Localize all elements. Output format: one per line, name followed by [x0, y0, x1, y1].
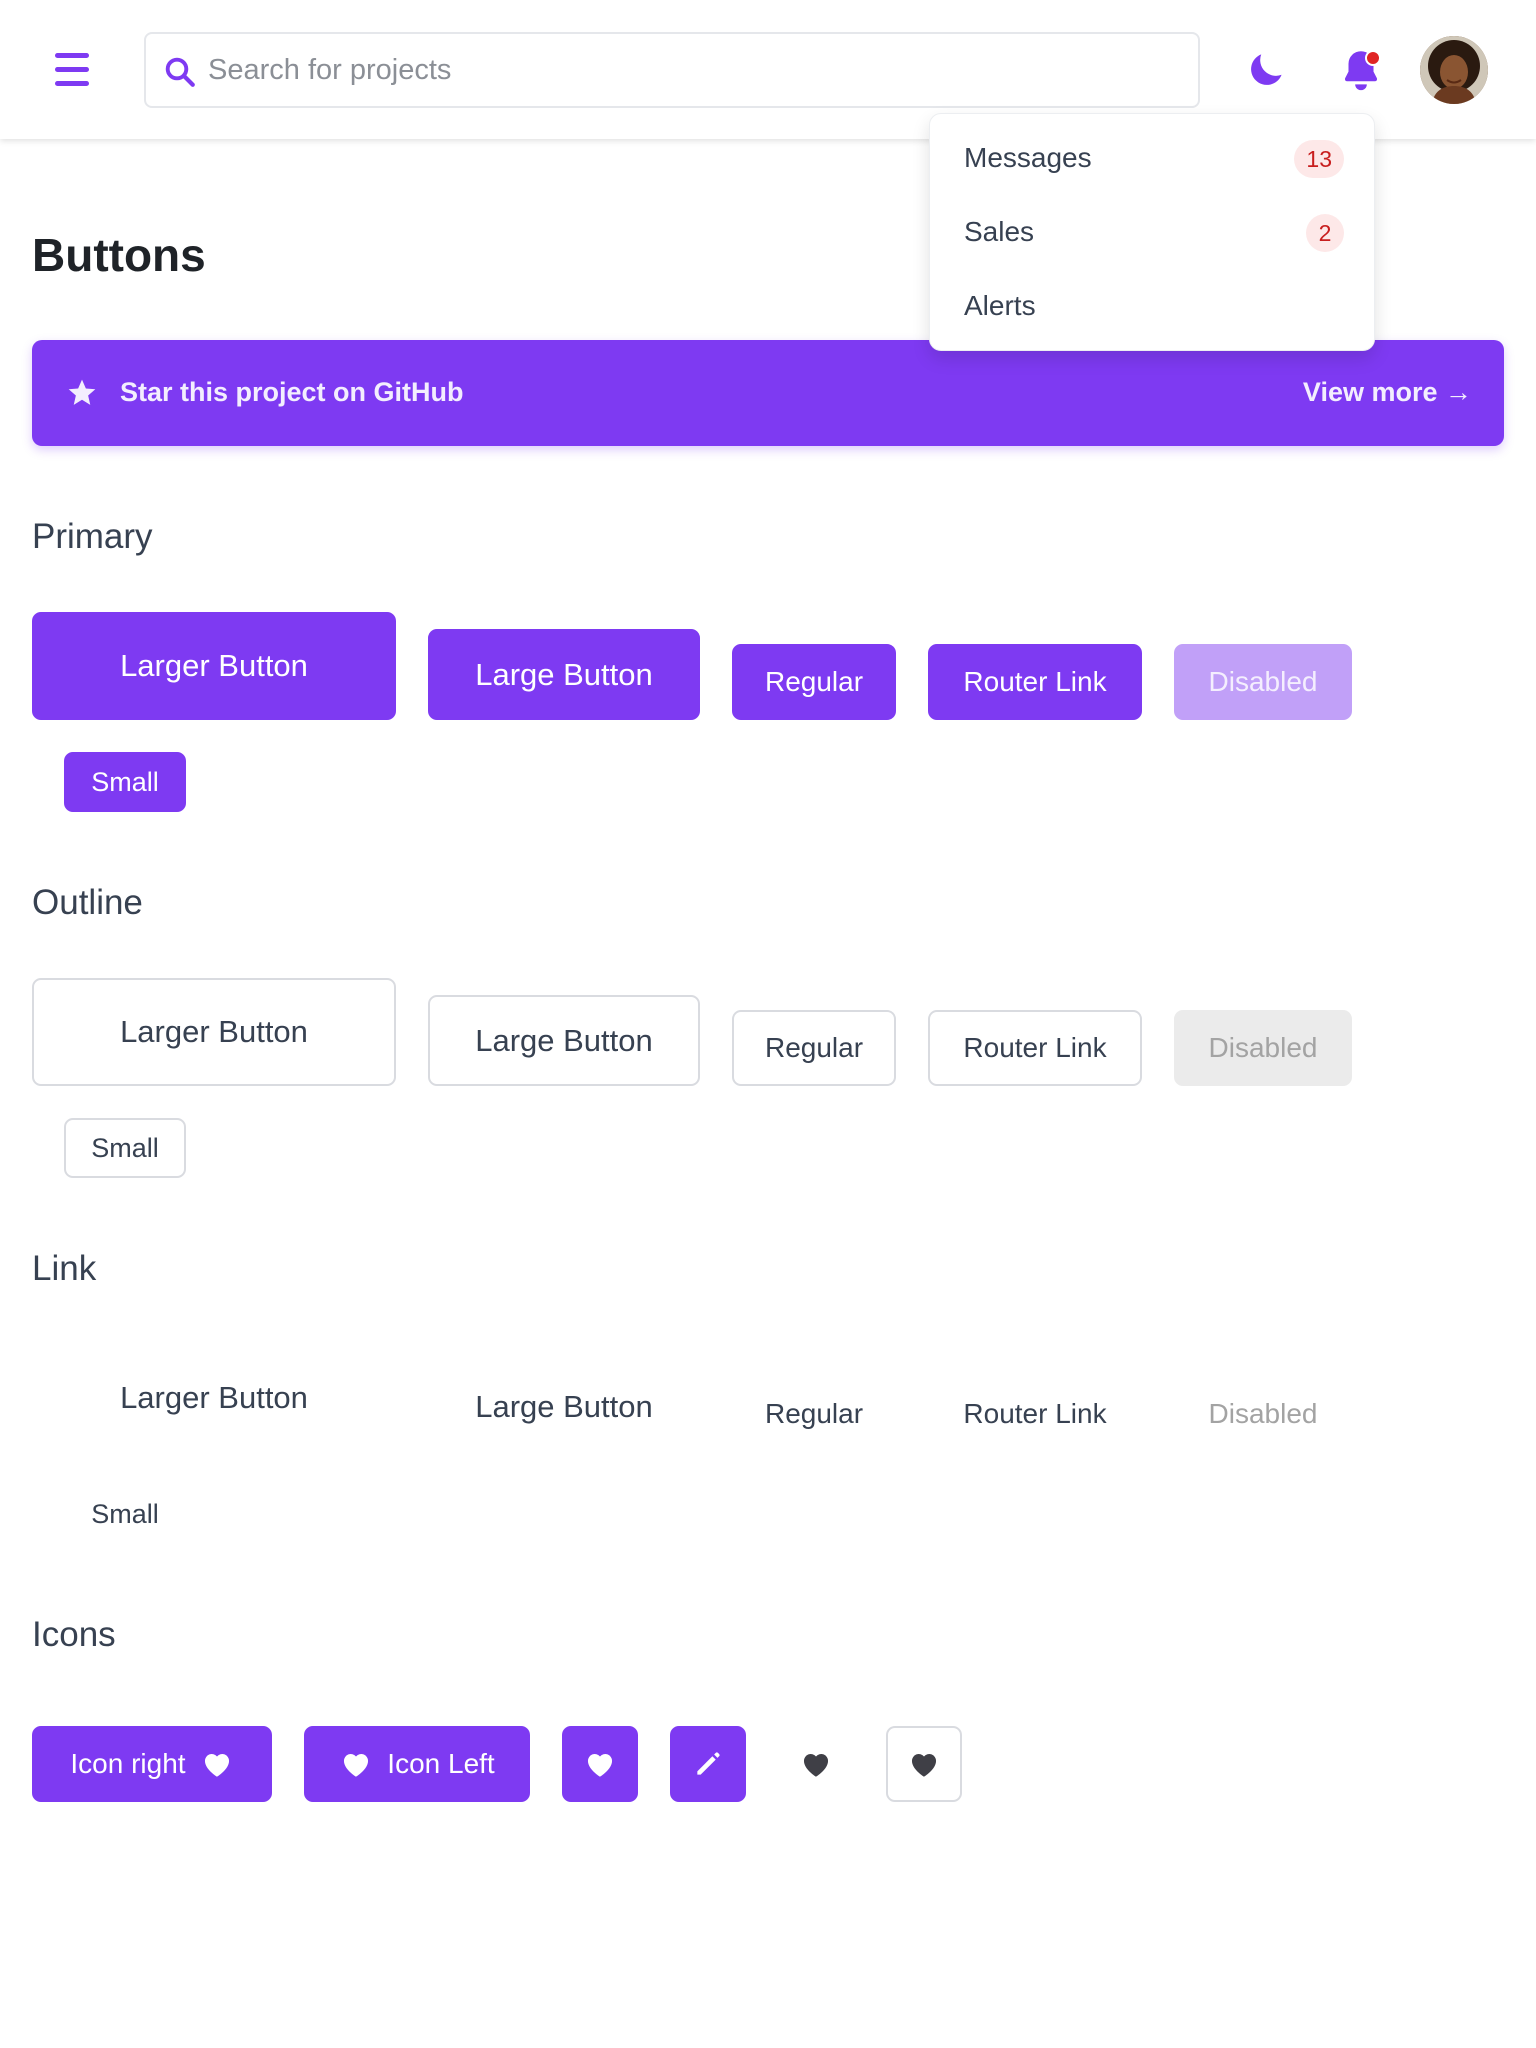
edit-icon-button[interactable]: [670, 1726, 746, 1802]
heart-link-icon-button[interactable]: [778, 1726, 854, 1802]
link-router-link-button[interactable]: Router Link: [928, 1376, 1142, 1452]
button-label: Larger Button: [120, 1014, 308, 1049]
section-title-link: Link: [32, 1249, 97, 1288]
dropdown-item-messages[interactable]: Messages 13: [964, 134, 1344, 184]
page-title: Buttons: [32, 229, 206, 281]
outline-large-button[interactable]: Large Button: [428, 995, 700, 1086]
link-regular-button[interactable]: Regular: [732, 1376, 896, 1452]
section-title-outline: Outline: [32, 883, 143, 922]
primary-large-button[interactable]: Large Button: [428, 629, 700, 720]
button-label: Small: [91, 766, 159, 797]
dropdown-item-sales[interactable]: Sales 2: [964, 208, 1344, 258]
button-label: Icon right: [70, 1748, 186, 1779]
button-label: Regular: [764, 666, 864, 697]
outline-small-button[interactable]: Small: [64, 1118, 186, 1178]
button-label: Small: [91, 1132, 159, 1163]
search-box[interactable]: [144, 32, 1200, 108]
button-label: Regular: [764, 1398, 864, 1429]
outline-larger-button[interactable]: Larger Button: [32, 978, 396, 1086]
search-icon: [165, 57, 195, 87]
dropdown-item-label: Alerts: [964, 290, 1036, 321]
primary-router-link-button[interactable]: Router Link: [928, 644, 1142, 720]
primary-regular-button[interactable]: Regular: [732, 644, 896, 720]
section-title-primary: Primary: [32, 517, 153, 556]
primary-larger-button[interactable]: Larger Button: [32, 612, 396, 720]
heart-icon: [587, 1754, 613, 1777]
menu-icon[interactable]: [48, 50, 96, 90]
section-title-icons: Icons: [32, 1615, 116, 1654]
button-label: Disabled: [1208, 1398, 1318, 1429]
button-label: Large Button: [475, 656, 653, 692]
view-more-link[interactable]: View more →: [1303, 377, 1472, 408]
outline-router-link-button[interactable]: Router Link: [928, 1010, 1142, 1086]
link-small-button[interactable]: Small: [64, 1484, 186, 1544]
dropdown-item-alerts[interactable]: Alerts: [964, 282, 1344, 332]
button-label: Disabled: [1208, 666, 1318, 697]
heart-icon: [344, 1754, 369, 1777]
heart-icon: [911, 1754, 937, 1777]
heart-icon: [204, 1754, 229, 1777]
github-banner[interactable]: Star this project on GitHub View more →: [32, 340, 1504, 446]
button-label: Larger Button: [120, 1380, 308, 1415]
dropdown-item-label: Sales: [964, 216, 1035, 247]
heart-outline-icon-button[interactable]: [886, 1726, 962, 1802]
search-input[interactable]: [208, 46, 1168, 94]
button-label: Router Link: [963, 1032, 1107, 1063]
button-label: Large Button: [475, 1022, 653, 1058]
banner-text: Star this project on GitHub: [120, 377, 464, 407]
link-larger-button[interactable]: Larger Button: [32, 1344, 396, 1452]
heart-icon-button[interactable]: [562, 1726, 638, 1802]
primary-small-button[interactable]: Small: [64, 752, 186, 812]
button-label: Disabled: [1208, 1032, 1318, 1063]
count-badge: 13: [1294, 140, 1344, 178]
button-label: Router Link: [963, 666, 1107, 697]
outline-regular-button[interactable]: Regular: [732, 1010, 896, 1086]
button-label: Small: [91, 1498, 159, 1529]
link-large-button[interactable]: Large Button: [428, 1361, 700, 1452]
button-label: Icon Left: [387, 1748, 495, 1779]
button-label: Larger Button: [120, 648, 308, 683]
button-label: Regular: [764, 1032, 864, 1063]
notification-dot: [1365, 50, 1381, 66]
dropdown-item-label: Messages: [964, 142, 1092, 173]
button-label: Router Link: [963, 1398, 1107, 1429]
count-badge: 2: [1306, 214, 1344, 252]
icon-right-button[interactable]: Icon right: [32, 1726, 272, 1802]
star-icon: [68, 379, 96, 405]
primary-disabled-button: Disabled: [1174, 644, 1352, 720]
moon-icon[interactable]: [1244, 48, 1288, 92]
avatar[interactable]: [1420, 36, 1488, 104]
link-disabled-button: Disabled: [1174, 1376, 1352, 1452]
notifications-dropdown: Messages 13 Sales 2 Alerts: [929, 113, 1375, 351]
icon-left-button[interactable]: Icon Left: [304, 1726, 530, 1802]
outline-disabled-button: Disabled: [1174, 1010, 1352, 1086]
pencil-icon: [697, 1752, 720, 1775]
button-label: Large Button: [475, 1388, 653, 1424]
heart-icon: [803, 1754, 829, 1777]
